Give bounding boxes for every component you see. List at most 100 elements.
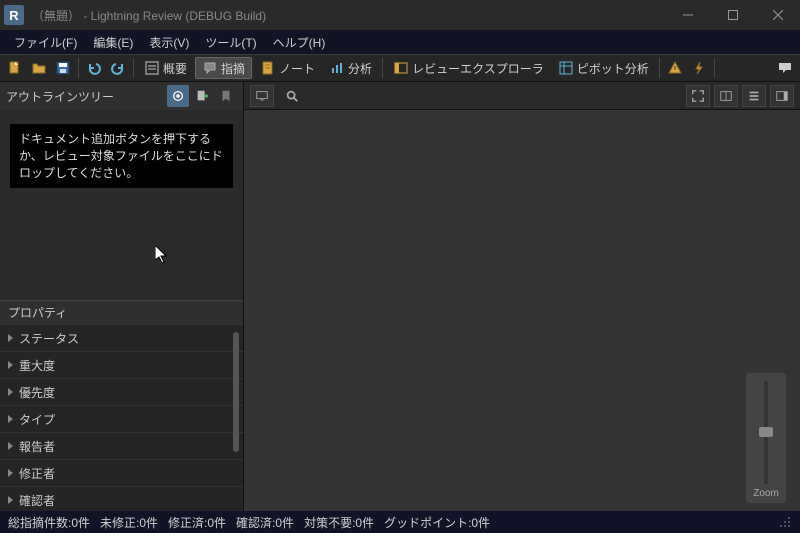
viewer-screen-button[interactable]	[250, 85, 274, 107]
menu-help[interactable]: ヘルプ(H)	[265, 32, 334, 53]
expand-icon	[8, 361, 13, 369]
expand-icon	[8, 469, 13, 477]
outline-locate-button[interactable]	[167, 85, 189, 107]
viewer-search-button[interactable]	[280, 85, 304, 107]
status-fixed: 修正済:0件	[168, 514, 226, 531]
property-label: 確認者	[19, 492, 55, 509]
properties-header: プロパティ	[0, 300, 243, 324]
overview-button[interactable]: 概要	[138, 57, 193, 79]
toolbar-separator	[714, 58, 715, 78]
left-panel: アウトラインツリー ドキュメント追加ボタンを押下するか、レビュー対象ファイルをこ…	[0, 82, 244, 511]
status-confirmed: 確認済:0件	[236, 514, 294, 531]
overview-icon	[144, 60, 160, 76]
redo-icon	[110, 60, 126, 76]
new-file-icon	[7, 60, 23, 76]
main-panel: Zoom	[244, 82, 800, 511]
new-file-button[interactable]	[4, 57, 26, 79]
pivot-button[interactable]: ピボット分析	[552, 57, 655, 79]
pivot-label: ピボット分析	[577, 60, 649, 77]
toolbar-separator	[382, 58, 383, 78]
property-row-reporter[interactable]: 報告者	[0, 432, 243, 459]
undo-icon	[86, 60, 102, 76]
body: アウトラインツリー ドキュメント追加ボタンを押下するか、レビュー対象ファイルをこ…	[0, 82, 800, 511]
undo-button[interactable]	[83, 57, 105, 79]
expand-icon	[8, 388, 13, 396]
property-label: タイプ	[19, 411, 55, 428]
expand-icon	[8, 415, 13, 423]
outline-add-button[interactable]	[191, 85, 213, 107]
properties-title: プロパティ	[8, 304, 67, 321]
folder-open-icon	[31, 60, 47, 76]
warning-button[interactable]	[664, 57, 686, 79]
property-row-type[interactable]: タイプ	[0, 405, 243, 432]
viewer-sidepane-button[interactable]	[770, 85, 794, 107]
close-button[interactable]	[755, 0, 800, 30]
zoom-track[interactable]	[764, 381, 768, 484]
save-button[interactable]	[52, 57, 74, 79]
chat-button[interactable]	[774, 57, 796, 79]
chat-icon	[777, 60, 793, 76]
app-logo: R	[4, 5, 24, 25]
zoom-thumb[interactable]	[759, 427, 773, 437]
property-row-confirmer[interactable]: 確認者	[0, 486, 243, 511]
lightning-button[interactable]	[688, 57, 710, 79]
lightning-icon	[691, 60, 707, 76]
status-unfixed: 未修正:0件	[100, 514, 158, 531]
outline-body[interactable]: ドキュメント追加ボタンを押下するか、レビュー対象ファイルをここにドロップしてくだ…	[0, 110, 243, 300]
menu-file[interactable]: ファイル(F)	[6, 32, 85, 53]
menu-tools[interactable]: ツール(T)	[197, 32, 264, 53]
property-row-priority[interactable]: 優先度	[0, 378, 243, 405]
property-label: ステータス	[19, 330, 79, 347]
titlebar: R （無題） - Lightning Review (DEBUG Build)	[0, 0, 800, 30]
point-button[interactable]: 指摘	[195, 57, 252, 79]
open-file-button[interactable]	[28, 57, 50, 79]
toolbar-separator	[133, 58, 134, 78]
property-label: 報告者	[19, 438, 55, 455]
menu-view[interactable]: 表示(V)	[141, 32, 197, 53]
review-explorer-label: レビューエクスプローラ	[412, 60, 544, 77]
status-goodpoint: グッドポイント:0件	[384, 514, 490, 531]
toolbar-separator	[659, 58, 660, 78]
expand-icon	[8, 442, 13, 450]
outline-bookmark-button[interactable]	[215, 85, 237, 107]
point-icon	[202, 60, 218, 76]
property-row-severity[interactable]: 重大度	[0, 351, 243, 378]
viewer-toolbar	[244, 82, 800, 110]
redo-button[interactable]	[107, 57, 129, 79]
expand-icon	[8, 496, 13, 504]
maximize-button[interactable]	[710, 0, 755, 30]
note-button[interactable]: ノート	[254, 57, 321, 79]
outline-header: アウトラインツリー	[0, 82, 243, 110]
viewer-canvas[interactable]: Zoom	[244, 110, 800, 511]
property-row-fixer[interactable]: 修正者	[0, 459, 243, 486]
pivot-icon	[558, 60, 574, 76]
viewer-split-button[interactable]	[714, 85, 738, 107]
main-toolbar: 概要 指摘 ノート 分析 レビューエクスプローラ ピボット分析	[0, 54, 800, 82]
property-row-status[interactable]: ステータス	[0, 324, 243, 351]
overview-label: 概要	[163, 60, 187, 77]
viewer-fullscreen-button[interactable]	[686, 85, 710, 107]
outline-title: アウトラインツリー	[6, 88, 165, 105]
review-explorer-button[interactable]: レビューエクスプローラ	[387, 57, 550, 79]
analysis-label: 分析	[348, 60, 372, 77]
note-label: ノート	[279, 60, 315, 77]
expand-icon	[8, 334, 13, 342]
statusbar: 総指摘件数:0件 未修正:0件 修正済:0件 確認済:0件 対策不要:0件 グッ…	[0, 511, 800, 533]
point-label: 指摘	[221, 60, 245, 77]
property-label: 優先度	[19, 384, 55, 401]
menu-edit[interactable]: 編集(E)	[85, 32, 141, 53]
outline-drop-message: ドキュメント追加ボタンを押下するか、レビュー対象ファイルをここにドロップしてくだ…	[10, 124, 233, 188]
zoom-slider[interactable]: Zoom	[746, 373, 786, 503]
analysis-icon	[329, 60, 345, 76]
analysis-button[interactable]: 分析	[323, 57, 378, 79]
resize-grip[interactable]	[778, 515, 792, 529]
minimize-button[interactable]	[665, 0, 710, 30]
note-icon	[260, 60, 276, 76]
viewer-list-button[interactable]	[742, 85, 766, 107]
zoom-label: Zoom	[753, 488, 779, 499]
status-noaction: 対策不要:0件	[304, 514, 374, 531]
properties-body: ステータス 重大度 優先度 タイプ 報告者 修正者 確認者	[0, 324, 243, 511]
window-title: （無題） - Lightning Review (DEBUG Build)	[32, 7, 665, 24]
warning-icon	[667, 60, 683, 76]
property-label: 修正者	[19, 465, 55, 482]
